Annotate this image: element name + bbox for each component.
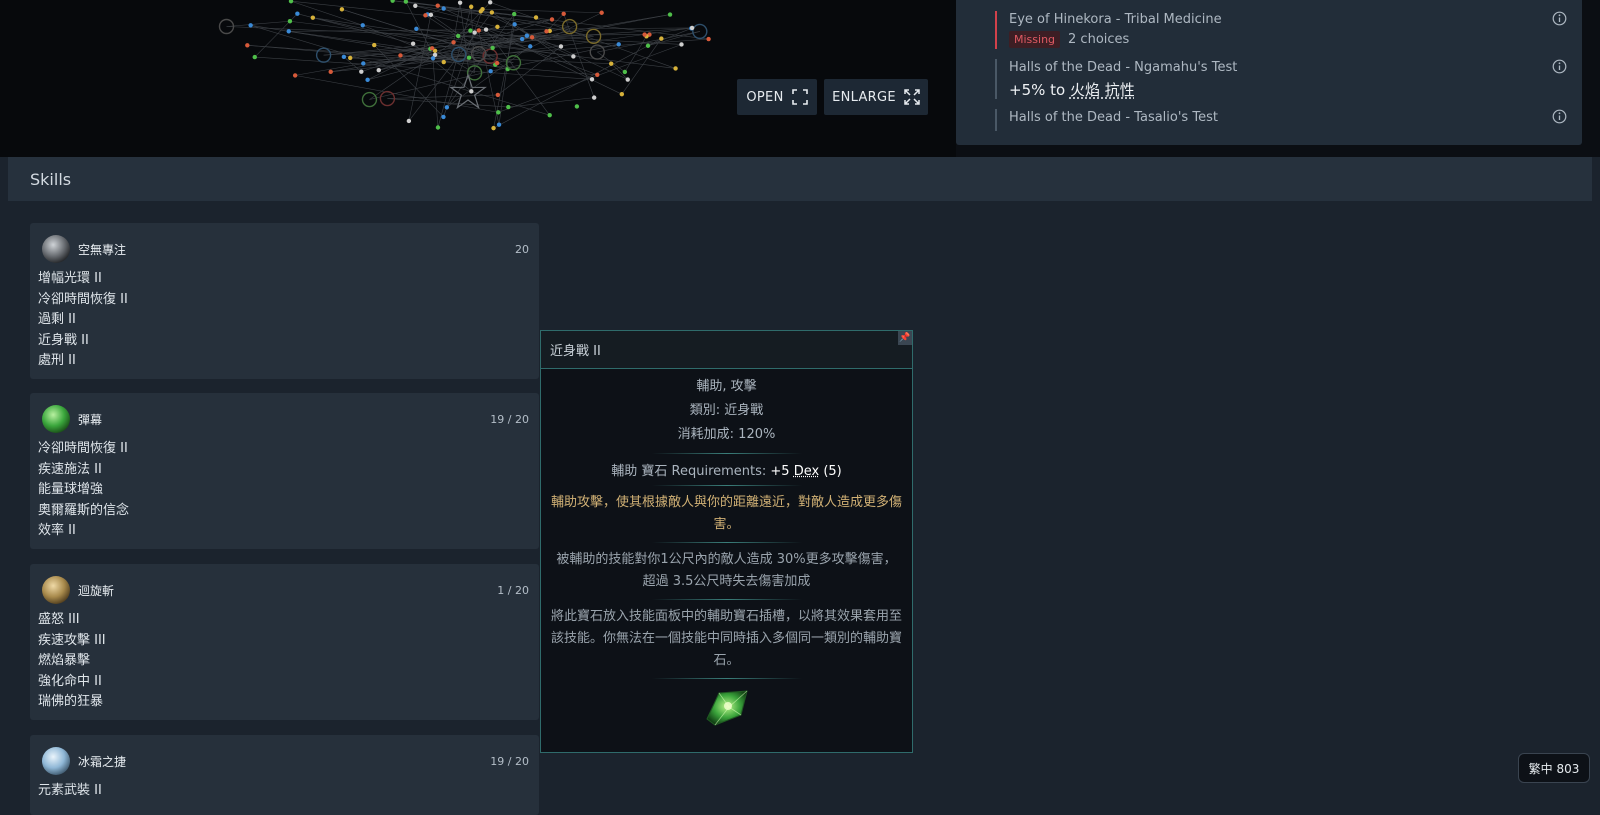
tooltip-description: 輔助攻擊，使其根據敵人與你的距離遠近，對敵人造成更多傷害。: [541, 492, 912, 536]
expand-corners-icon: [792, 89, 808, 105]
skills-title: Skills: [30, 170, 71, 189]
support-gem[interactable]: 疾速攻擊 III: [38, 631, 106, 652]
info-icon[interactable]: [1552, 59, 1567, 74]
skill-card: 冰霜之捷 19 / 20 元素武裝 II: [30, 735, 539, 815]
skill-name[interactable]: 迴旋斬: [78, 582, 497, 599]
enlarge-tree-button[interactable]: ENLARGE: [824, 79, 928, 115]
pin-icon[interactable]: 📌: [898, 331, 912, 345]
skill-card: 彈幕 19 / 20 冷卻時間恢復 II 疾速施法 II 能量球增強 奧爾羅斯的…: [30, 393, 539, 549]
skill-card: 空無專注 20 增幅光環 II 冷卻時間恢復 II 過剩 II 近身戰 II 處…: [30, 223, 539, 379]
quest-status-bar: [995, 59, 997, 99]
quest-item-tasalio: Halls of the Dead - Tasalio's Test: [997, 109, 1567, 131]
skill-gem-icon: [42, 405, 70, 433]
quest-panel: Eye of Hinekora - Tribal Medicine Missin…: [956, 0, 1600, 157]
missing-badge: Missing: [1009, 31, 1060, 48]
support-gem[interactable]: 強化命中 II: [38, 672, 106, 693]
reward-stat[interactable]: 火焰 抗性: [1070, 81, 1135, 99]
quest-title: Halls of the Dead - Tasalio's Test: [997, 109, 1567, 127]
support-gem[interactable]: 能量球增強: [38, 480, 129, 501]
support-gem[interactable]: 處刑 II: [38, 351, 128, 372]
skills-section-header: Skills: [8, 157, 1592, 201]
skill-gem-icon: [42, 235, 70, 263]
quest-title: Halls of the Dead - Ngamahu's Test: [997, 59, 1567, 77]
tooltip-cost: 消耗加成: 120%: [541, 423, 912, 447]
tooltip-title: 近身戰 II: [550, 340, 601, 359]
req-value: +5: [770, 464, 793, 479]
skill-card: 迴旋斬 1 / 20 盛怒 III 疾速攻擊 III 燃焰暴擊 強化命中 II …: [30, 564, 539, 720]
reward-prefix: +5% to: [1009, 81, 1070, 99]
support-gem-list: 元素武裝 II: [38, 781, 102, 802]
skill-level: 1 / 20: [497, 584, 529, 597]
req-stat[interactable]: Dex: [794, 464, 819, 479]
support-gem[interactable]: 效率 II: [38, 521, 129, 542]
enlarge-tree-label: ENLARGE: [832, 90, 896, 105]
arrows-out-icon: [904, 89, 920, 105]
support-gem[interactable]: 冷卻時間恢復 II: [38, 439, 129, 460]
language-badge[interactable]: 繁中 803: [1518, 753, 1590, 783]
info-icon[interactable]: [1552, 109, 1567, 124]
tooltip-tags: 輔助, 攻擊: [541, 375, 912, 399]
skill-name[interactable]: 空無專注: [78, 241, 515, 258]
quest-title: Eye of Hinekora - Tribal Medicine: [997, 11, 1567, 29]
quest-reward-card: Eye of Hinekora - Tribal Medicine Missin…: [956, 0, 1582, 145]
tooltip-divider: [652, 599, 802, 600]
tooltip-effect: 被輔助的技能對你1公尺內的敵人造成 30%更多攻擊傷害，超過 3.5公尺時失去傷…: [541, 549, 912, 593]
support-gem-list: 增幅光環 II 冷卻時間恢復 II 過剩 II 近身戰 II 處刑 II: [38, 269, 128, 372]
quest-reward: +5% to 火焰 抗性: [997, 79, 1567, 100]
info-icon[interactable]: [1552, 11, 1567, 26]
tooltip-category: 類別: 近身戰: [541, 399, 912, 423]
quest-item-ngamahu: Halls of the Dead - Ngamahu's Test +5% t…: [997, 59, 1567, 99]
quest-status-bar: [995, 11, 997, 49]
quest-choices: 2 choices: [1068, 32, 1129, 47]
support-gem[interactable]: 元素武裝 II: [38, 781, 102, 802]
tooltip-divider: [652, 453, 802, 454]
tooltip-divider: [652, 678, 802, 679]
tooltip-divider: [652, 485, 802, 486]
req-level: (5): [819, 464, 842, 479]
green-gem-icon: [701, 685, 753, 729]
quest-status-bar: [995, 109, 997, 131]
tooltip-requirements: 輔助 寶石 Requirements: +5 Dex (5): [541, 460, 912, 479]
skill-level: 19 / 20: [490, 413, 529, 426]
support-gem[interactable]: 增幅光環 II: [38, 269, 128, 290]
support-gem-list: 冷卻時間恢復 II 疾速施法 II 能量球增強 奧爾羅斯的信念 效率 II: [38, 439, 129, 542]
skill-gem-icon: [42, 576, 70, 604]
support-gem[interactable]: 近身戰 II: [38, 331, 128, 352]
tooltip-help-text: 將此寶石放入技能面板中的輔助寶石插槽，以將其效果套用至該技能。你無法在一個技能中…: [541, 606, 912, 672]
skill-level: 20: [515, 243, 529, 256]
support-gem[interactable]: 瑞佛的狂暴: [38, 692, 106, 713]
skill-gem-icon: [42, 747, 70, 775]
support-gem[interactable]: 冷卻時間恢復 II: [38, 290, 128, 311]
skill-name[interactable]: 冰霜之捷: [78, 753, 490, 770]
passive-tree-preview[interactable]: OPEN ENLARGE: [0, 0, 956, 157]
open-tree-label: OPEN: [746, 90, 783, 105]
req-label: 輔助 寶石 Requirements:: [611, 464, 770, 479]
quest-item-tribal-medicine: Eye of Hinekora - Tribal Medicine Missin…: [997, 11, 1567, 49]
support-gem[interactable]: 過剩 II: [38, 310, 128, 331]
support-gem[interactable]: 燃焰暴擊: [38, 651, 106, 672]
support-gem-list: 盛怒 III 疾速攻擊 III 燃焰暴擊 強化命中 II 瑞佛的狂暴: [38, 610, 106, 713]
support-gem[interactable]: 奧爾羅斯的信念: [38, 501, 129, 522]
language-label: 繁中 803: [1529, 760, 1580, 777]
skill-name[interactable]: 彈幕: [78, 411, 490, 428]
open-tree-button[interactable]: OPEN: [737, 79, 817, 115]
tooltip-divider: [652, 542, 802, 543]
support-gem[interactable]: 疾速施法 II: [38, 460, 129, 481]
support-gem-tooltip: 📌 近身戰 II 輔助, 攻擊 類別: 近身戰 消耗加成: 120% 輔助 寶石…: [540, 330, 913, 753]
skill-level: 19 / 20: [490, 755, 529, 768]
support-gem[interactable]: 盛怒 III: [38, 610, 106, 631]
